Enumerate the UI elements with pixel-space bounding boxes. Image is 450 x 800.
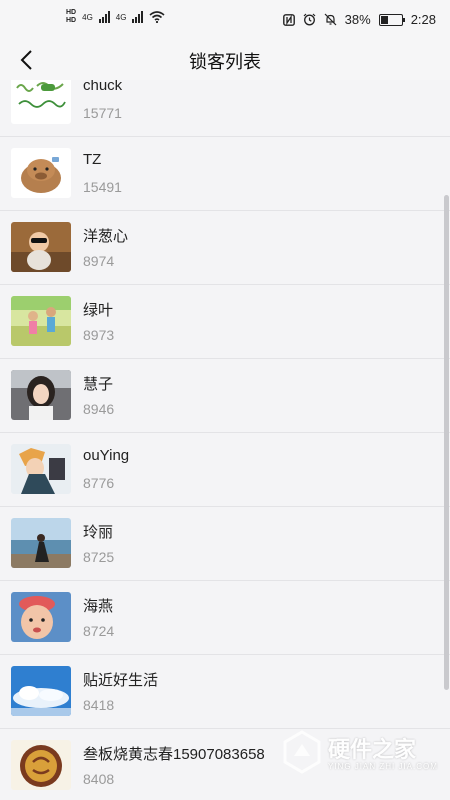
customer-count: 8418 bbox=[83, 697, 115, 713]
children-outdoor-avatar bbox=[11, 296, 71, 346]
customer-name: chuck bbox=[83, 80, 123, 94]
status-bar-right: 38% 2:28 bbox=[282, 12, 436, 27]
list-item[interactable]: 绿叶 8973 bbox=[0, 285, 450, 359]
hd-indicators: HD HD bbox=[66, 9, 76, 25]
customer-count: 8725 bbox=[83, 549, 115, 565]
customer-count: 15491 bbox=[83, 179, 122, 195]
nfc-icon bbox=[282, 13, 295, 26]
beach-avatar bbox=[11, 518, 71, 568]
anime-avatar bbox=[11, 444, 71, 494]
customer-count: 8973 bbox=[83, 327, 115, 343]
list-item[interactable]: 慧子 8946 bbox=[0, 359, 450, 433]
list-item[interactable]: TZ 15491 bbox=[0, 137, 450, 211]
alarm-icon bbox=[303, 13, 316, 26]
customer-name: 绿叶 bbox=[83, 302, 114, 319]
customer-count: 15771 bbox=[83, 105, 122, 121]
list-item[interactable]: chuck 15771 bbox=[0, 80, 450, 137]
network-type-2: 4G bbox=[115, 12, 127, 22]
customer-name: 玲丽 bbox=[83, 524, 114, 541]
customer-name: 洋葱心 bbox=[83, 228, 129, 245]
customer-name: 贴近好生活 bbox=[83, 672, 159, 689]
network-type-1: 4G bbox=[82, 12, 93, 22]
signal-icon bbox=[98, 11, 110, 23]
sky-clouds-avatar bbox=[11, 666, 71, 716]
list-item[interactable]: ouYing 8776 bbox=[0, 433, 450, 507]
handwriting-avatar bbox=[11, 80, 71, 124]
wifi-icon bbox=[149, 11, 165, 23]
header-bar: 锁客列表 bbox=[0, 40, 450, 80]
mute-icon bbox=[324, 13, 337, 26]
list-item[interactable]: 贴近好生活 8418 bbox=[0, 655, 450, 729]
customer-list-content: chuck 15771 TZ 15491 洋葱心 8974 绿叶 8973 慧子… bbox=[0, 80, 450, 800]
list-item[interactable]: 叁板烧黄志春15907083658 8408 bbox=[0, 729, 450, 800]
list-item[interactable]: 海燕 8724 bbox=[0, 581, 450, 655]
customer-count: 8408 bbox=[83, 771, 115, 787]
customer-name: ouYing bbox=[83, 447, 130, 464]
customer-count: 8946 bbox=[83, 401, 115, 417]
woman-car-avatar bbox=[11, 370, 71, 420]
logo-avatar bbox=[11, 740, 71, 790]
battery-fill bbox=[380, 15, 389, 24]
child-hat-avatar bbox=[11, 592, 71, 642]
battery-icon bbox=[378, 13, 405, 26]
status-bar: HD HD 4G 4G 38% 2:28 bbox=[0, 0, 450, 40]
capybara-avatar bbox=[11, 148, 71, 198]
customer-count: 8974 bbox=[83, 253, 115, 269]
customer-name: 慧子 bbox=[83, 376, 114, 393]
customer-count: 8776 bbox=[83, 475, 115, 491]
customer-count: 8724 bbox=[83, 623, 115, 639]
battery-percent: 38% bbox=[344, 12, 371, 27]
hd-label-1: HD bbox=[66, 9, 77, 16]
baby-sunglasses-avatar bbox=[11, 222, 71, 272]
hd-label-2: HD bbox=[66, 17, 77, 24]
signal-icon bbox=[132, 11, 144, 23]
list-item[interactable]: 洋葱心 8974 bbox=[0, 211, 450, 285]
customer-name: 叁板烧黄志春15907083658 bbox=[83, 746, 265, 763]
customer-name: TZ bbox=[83, 151, 102, 168]
customer-list[interactable]: chuck 15771 TZ 15491 洋葱心 8974 绿叶 8973 慧子… bbox=[0, 80, 450, 800]
scrollbar[interactable] bbox=[444, 195, 449, 690]
status-bar-left: HD HD 4G 4G bbox=[66, 9, 165, 25]
list-item[interactable]: 玲丽 8725 bbox=[0, 507, 450, 581]
clock-time: 2:28 bbox=[410, 12, 436, 27]
customer-name: 海燕 bbox=[83, 598, 114, 615]
page-title: 锁客列表 bbox=[189, 52, 261, 72]
